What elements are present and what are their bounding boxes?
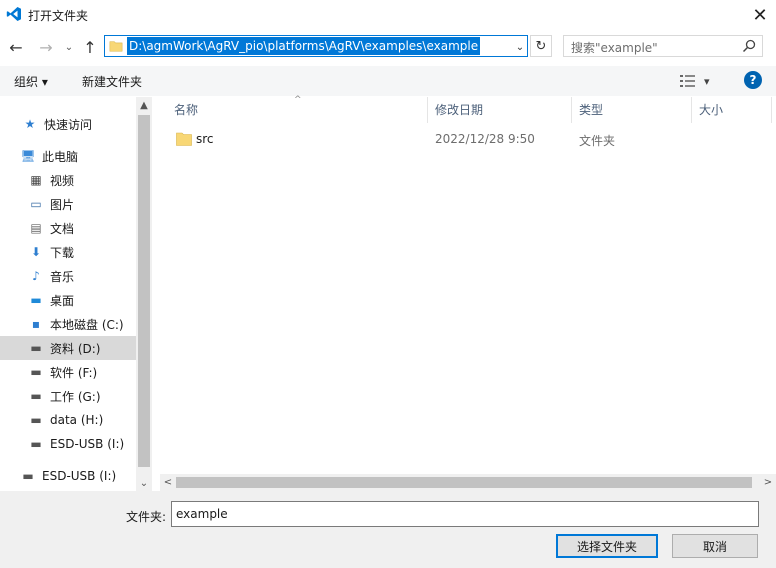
folder-icon [176, 132, 192, 146]
sidebar-item-label: 桌面 [50, 293, 75, 308]
sidebar-item-label: ESD-USB (I:) [50, 437, 125, 451]
column-header-name[interactable]: 名称 [174, 97, 198, 123]
sidebar-item[interactable]: ▬ 软件 (F:) [28, 360, 136, 384]
sidebar-item[interactable]: ▦ 视频 [28, 168, 136, 192]
sidebar-item-label: 视频 [50, 173, 75, 188]
sidebar-item-label: 此电脑 [42, 149, 79, 164]
search-icon [742, 39, 756, 53]
command-bar: 组织 ▾ 新建文件夹 ▾ ? [0, 66, 776, 96]
drive-icon: ▬ [30, 437, 42, 451]
windows-drive-icon: ▪ [31, 317, 41, 331]
download-icon: ⬇ [30, 245, 42, 259]
folder-label: 文件夹: [126, 510, 167, 524]
scroll-thumb[interactable] [176, 477, 752, 488]
column-divider[interactable] [571, 97, 572, 123]
recent-locations-button[interactable]: ⌄ [62, 36, 76, 58]
back-button[interactable]: ← [6, 36, 26, 58]
window-title: 打开文件夹 [28, 9, 89, 23]
sidebar-item[interactable]: ▬ ESD-USB (I:) [28, 432, 136, 456]
sidebar-item[interactable]: ▪ 本地磁盘 (C:) [28, 312, 136, 336]
column-header-modified[interactable]: 修改日期 [435, 97, 483, 123]
view-options-button[interactable]: ▾ [680, 72, 716, 90]
navigation-scrollbar[interactable]: ▲ ⌄ [136, 97, 152, 491]
new-folder-button[interactable]: 新建文件夹 [82, 73, 142, 90]
address-text[interactable]: D:\agmWork\AgRV_pio\platforms\AgRV\examp… [127, 37, 481, 55]
search-input[interactable]: 搜索"example" [563, 35, 763, 57]
drive-icon: ▬ [30, 389, 42, 403]
scroll-down-button[interactable]: ⌄ [136, 475, 152, 491]
picture-icon: ▭ [30, 197, 42, 211]
details-view-icon [680, 75, 695, 87]
address-dropdown-button[interactable]: ⌄ [513, 38, 527, 56]
column-divider[interactable] [771, 97, 772, 123]
drive-icon: ▬ [30, 341, 42, 355]
search-placeholder: 搜索"example" [571, 41, 658, 55]
chevron-down-icon: ▾ [704, 74, 710, 88]
document-icon: ▤ [30, 221, 42, 235]
sidebar-item[interactable]: ▤ 文档 [28, 216, 136, 240]
folder-icon [109, 41, 123, 52]
horizontal-scrollbar[interactable]: < > [160, 474, 776, 491]
navigation-pane: ★ 快速访问 🖥 此电脑 ▦ 视频 ▭ 图片 ▤ 文档 ⬇ 下载 ♪ 音乐 ▬ 桌面 ▪ 本地磁盘 (C:) ▬ 资料… [0, 97, 152, 491]
desktop-icon: ▬ [30, 293, 42, 307]
forward-button[interactable]: → [36, 36, 56, 58]
up-button[interactable]: ↑ [80, 36, 100, 58]
sidebar-item[interactable]: 🖥 此电脑 [20, 144, 136, 168]
sidebar-item[interactable]: ⬇ 下载 [28, 240, 136, 264]
sidebar-item-label: 本地磁盘 (C:) [50, 317, 124, 332]
sidebar-item[interactable]: ▬ data (H:) [28, 408, 136, 432]
scroll-up-button[interactable]: ▲ [136, 97, 152, 113]
computer-icon: 🖥 [20, 149, 36, 163]
file-list: 名称 ^ 修改日期 类型 大小 src 2022/12/28 9:50 文件夹 [160, 95, 776, 491]
sidebar-item[interactable]: ★ 快速访问 [22, 112, 136, 136]
dialog-footer: 文件夹: example 选择文件夹 取消 [0, 491, 776, 568]
select-folder-button[interactable]: 选择文件夹 [556, 534, 658, 558]
title-bar: 打开文件夹 ✕ [0, 0, 776, 30]
scroll-right-button[interactable]: > [760, 474, 776, 491]
sidebar-item[interactable]: ▭ 图片 [28, 192, 136, 216]
column-header-type[interactable]: 类型 [579, 97, 603, 123]
column-divider[interactable] [427, 97, 428, 123]
folder-name-input[interactable]: example [171, 501, 759, 527]
sidebar-item-label: 文档 [50, 221, 75, 236]
vscode-icon [6, 7, 21, 21]
address-bar[interactable]: D:\agmWork\AgRV_pio\platforms\AgRV\examp… [104, 35, 528, 57]
sidebar-item-label: data (H:) [50, 413, 104, 427]
file-type: 文件夹 [579, 134, 616, 148]
star-icon: ★ [24, 117, 36, 131]
cancel-button[interactable]: 取消 [672, 534, 758, 558]
video-icon: ▦ [30, 173, 42, 187]
sidebar-item-label: 资料 (D:) [50, 341, 101, 356]
help-button[interactable]: ? [744, 71, 762, 89]
scroll-thumb[interactable] [138, 115, 150, 467]
scroll-left-button[interactable]: < [160, 474, 176, 491]
music-icon: ♪ [32, 269, 40, 283]
sidebar-item-label: ESD-USB (I:) [42, 469, 117, 483]
organize-button[interactable]: 组织 ▾ [14, 73, 48, 90]
file-name: src [196, 132, 214, 146]
sidebar-item-label: 下载 [50, 245, 75, 260]
sidebar-item[interactable]: ▬ ESD-USB (I:) [20, 464, 136, 488]
column-header-size[interactable]: 大小 [699, 97, 723, 123]
sidebar-item-label: 图片 [50, 197, 75, 212]
file-row[interactable]: src 2022/12/28 9:50 文件夹 [170, 128, 770, 152]
sidebar-item[interactable]: ♪ 音乐 [28, 264, 136, 288]
sidebar-item[interactable]: ▬ 工作 (G:) [28, 384, 136, 408]
sidebar-item-label: 工作 (G:) [50, 389, 101, 404]
sidebar-item-label: 软件 (F:) [50, 365, 98, 380]
sidebar-item-label: 音乐 [50, 269, 75, 284]
drive-icon: ▬ [30, 365, 42, 379]
file-modified: 2022/12/28 9:50 [435, 132, 535, 146]
refresh-button[interactable]: ↻ [530, 35, 552, 57]
close-button[interactable]: ✕ [744, 0, 776, 30]
sidebar-item-label: 快速访问 [44, 117, 93, 132]
sidebar-item[interactable]: ▬ 资料 (D:) [0, 336, 152, 360]
drive-icon: ▬ [22, 469, 34, 483]
drive-icon: ▬ [30, 413, 42, 427]
sidebar-item[interactable]: ▬ 桌面 [28, 288, 136, 312]
column-divider[interactable] [691, 97, 692, 123]
sort-ascending-icon: ^ [294, 95, 302, 105]
